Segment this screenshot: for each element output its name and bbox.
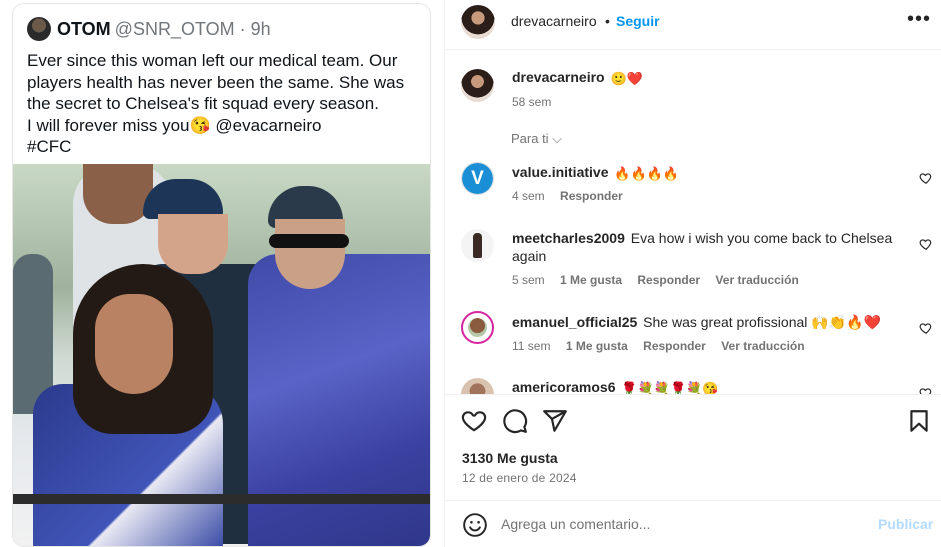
tweet-author-handle: @SNR_OTOM · 9h	[114, 18, 271, 39]
photo-face	[275, 219, 345, 289]
comment-likes-count[interactable]: 1 Me gusta	[560, 273, 622, 287]
paper-plane-icon[interactable]	[542, 408, 568, 434]
comment-input[interactable]	[501, 513, 861, 535]
tweet-header: OTOM @SNR_OTOM · 9h	[27, 16, 271, 42]
post-media: OTOM @SNR_OTOM · 9h Ever since this woma…	[0, 0, 444, 547]
tweet-line: #CFC	[27, 137, 72, 156]
post-sidebar: drevacarneiro • Seguir ••• drevacarneiro…	[444, 0, 941, 547]
comment-reply-button[interactable]: Responder	[560, 189, 623, 203]
comment-username[interactable]: value.initiative	[512, 164, 608, 180]
para-ti-filter[interactable]: Para ti ⌵	[511, 131, 562, 147]
comment-like-heart-icon[interactable]	[919, 237, 933, 251]
tweet-avatar	[27, 17, 51, 41]
comment-text: 🌹💐💐🌹💐😘	[621, 381, 719, 394]
comment-username[interactable]: americoramos6	[512, 379, 616, 394]
comment-body: emanuel_official25 She was great profiss…	[512, 313, 912, 331]
tweet-text: Ever since this woman left our medical t…	[27, 50, 422, 158]
tweet-author-name: OTOM	[57, 18, 111, 39]
tweet-screenshot: OTOM @SNR_OTOM · 9h Ever since this woma…	[12, 3, 431, 547]
comment-time[interactable]: 11 sem	[512, 339, 550, 353]
caption-meta: 58 sem	[512, 95, 563, 109]
comments-list[interactable]: drevacarneiro 🙂❤️ 58 sem Para ti ⌵ value…	[445, 51, 941, 394]
separator-dot: •	[605, 13, 610, 29]
caption-avatar[interactable]	[461, 69, 494, 102]
tweet-line: players health has never been the same. …	[27, 72, 405, 92]
tweet-line: the secret to Chelsea's fit squad every …	[27, 94, 379, 113]
comment-meta: 5 sem 1 Me gusta Responder Ver traducció…	[512, 273, 811, 287]
caption-time[interactable]: 58 sem	[512, 95, 551, 109]
smiley-icon[interactable]	[462, 512, 488, 538]
comment-reply-button[interactable]: Responder	[643, 339, 706, 353]
post-date[interactable]: 12 de enero de 2024	[462, 471, 577, 485]
comment-avatar[interactable]	[461, 378, 494, 394]
more-horizontal-icon[interactable]: •••	[907, 9, 931, 31]
comment-avatar[interactable]	[461, 229, 494, 262]
post-header: drevacarneiro • Seguir •••	[445, 0, 941, 50]
comment-bubble-icon[interactable]	[502, 408, 528, 434]
photo-face	[158, 214, 228, 274]
photo-cap	[143, 179, 223, 219]
comment-text: She was great profissional 🙌👏🔥❤️	[643, 314, 881, 330]
comment-avatar[interactable]	[461, 162, 494, 195]
comment-like-heart-icon[interactable]	[919, 321, 933, 335]
caption-username[interactable]: drevacarneiro	[512, 69, 605, 85]
comment-time[interactable]: 4 sem	[512, 189, 545, 203]
comment-body: value.initiative 🔥🔥🔥🔥	[512, 163, 912, 183]
caption-body: drevacarneiro 🙂❤️	[512, 68, 912, 88]
photo-sunglasses	[269, 234, 349, 248]
comment-time[interactable]: 5 sem	[512, 273, 545, 287]
comment-likes-count[interactable]: 1 Me gusta	[566, 339, 628, 353]
author-avatar[interactable]	[461, 5, 495, 39]
author-username[interactable]: drevacarneiro	[511, 13, 597, 29]
comment-like-heart-icon[interactable]	[919, 171, 933, 185]
photo-woman-face	[95, 294, 173, 394]
photo-background-person-head	[83, 164, 153, 224]
comment-body: meetcharles2009 Eva how i wish you come …	[512, 229, 912, 265]
comment-avatar[interactable]	[461, 311, 494, 344]
post-actions: 3130 Me gusta 12 de enero de 2024	[445, 394, 941, 499]
comment-reply-button[interactable]: Responder	[637, 273, 700, 287]
bookmark-icon[interactable]	[906, 408, 932, 434]
tweet-line: Ever since this woman left our medical t…	[27, 51, 398, 70]
comment-text: 🔥🔥🔥🔥	[614, 166, 680, 181]
comment-like-heart-icon[interactable]	[919, 386, 933, 394]
heart-icon[interactable]	[461, 408, 487, 434]
comment-meta: 4 sem Responder	[512, 189, 635, 203]
comment-translate-button[interactable]: Ver traducción	[715, 273, 798, 287]
add-comment-bar: Publicar	[445, 500, 941, 547]
comment-translate-button[interactable]: Ver traducción	[721, 339, 804, 353]
comment-meta: 11 sem 1 Me gusta Responder Ver traducci…	[512, 339, 817, 353]
tweet-photo	[13, 164, 430, 546]
photo-railing	[13, 494, 430, 504]
likes-count[interactable]: 3130 Me gusta	[462, 450, 558, 466]
comment-body: americoramos6 🌹💐💐🌹💐😘	[512, 378, 912, 394]
publish-button[interactable]: Publicar	[878, 516, 933, 532]
caption-text: 🙂❤️	[610, 71, 643, 86]
follow-button[interactable]: Seguir	[616, 13, 660, 29]
comment-username[interactable]: meetcharles2009	[512, 230, 625, 246]
comment-username[interactable]: emanuel_official25	[512, 314, 637, 330]
tweet-line: I will forever miss you😘 @evacarneiro	[27, 115, 322, 135]
